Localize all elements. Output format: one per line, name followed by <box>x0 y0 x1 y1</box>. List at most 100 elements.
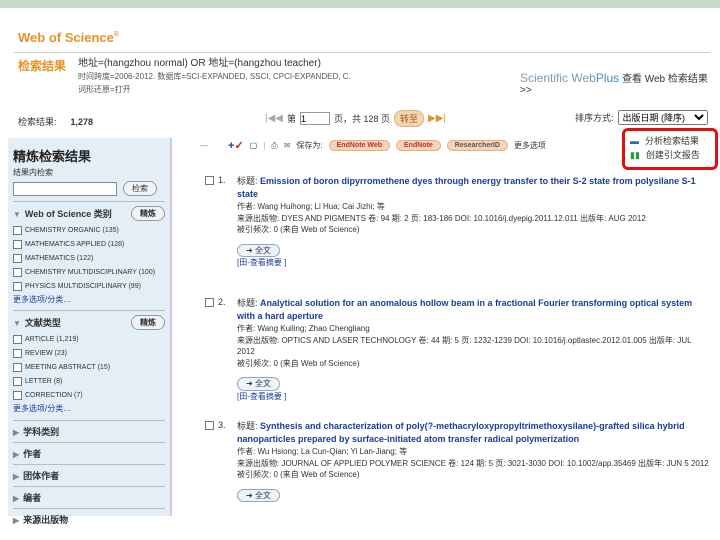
category-item[interactable]: CHEMISTRY MULTIDISCIPLINARY (100) <box>13 268 165 277</box>
checkbox[interactable] <box>13 377 22 386</box>
logo-text: Web of Science <box>18 30 114 45</box>
wos-category-heading: Web of Science 类别 <box>24 209 112 219</box>
record-source: 来源出版物: DYES AND PIGMENTS 卷: 94 期: 2 页: 1… <box>237 213 646 223</box>
search-within-button[interactable]: 检索 <box>123 181 157 196</box>
webplus-a: Scientific Web <box>520 71 596 85</box>
triangle-right-icon: ▶ <box>13 450 20 459</box>
record-title-link[interactable]: Emission of boron dipyrromethene dyes th… <box>237 176 696 199</box>
result-record: 1. 标题: Emission of boron dipyrromethene … <box>205 175 710 269</box>
refine-button[interactable]: 精炼 <box>131 315 165 330</box>
endnote-button[interactable]: EndNote <box>396 140 441 151</box>
collapsed-section[interactable]: ▶ 来源出版物 <box>13 508 165 530</box>
email-icon[interactable]: ✉ <box>284 141 291 150</box>
go-button[interactable]: 转至 <box>394 110 425 127</box>
collapsed-section[interactable]: ▶ 作者 <box>13 442 165 464</box>
category-label: MATHEMATICS (122) <box>25 255 94 262</box>
checkbox[interactable] <box>13 363 22 372</box>
title-label: 标题: <box>237 176 258 186</box>
triangle-down-icon[interactable]: ▼ <box>13 319 21 328</box>
fulltext-button[interactable]: ➜ 全文 <box>237 377 280 391</box>
add-marked-icon[interactable]: +✓ <box>228 139 244 152</box>
checkbox[interactable] <box>13 254 22 263</box>
category-item[interactable]: MATHEMATICS (122) <box>13 254 165 263</box>
wos-logo[interactable]: Web of Science® <box>18 30 119 45</box>
view-abstract-link[interactable]: [田-查看摘要 ] <box>237 257 710 269</box>
section-label: 作者 <box>23 449 42 459</box>
refine-sidebar: 精炼检索结果 结果内检索 检索 ▼ Web of Science 类别 精炼 CHE… <box>8 138 172 525</box>
view-abstract-link[interactable]: [田-查看摘要 ] <box>237 391 710 403</box>
more-options-link[interactable]: 更多选项/分类… <box>13 403 165 414</box>
category-item[interactable]: PHYSICS MULTIDISCIPLINARY (99) <box>13 282 165 291</box>
more-options[interactable]: 更多选项 <box>514 140 546 151</box>
doctype-item[interactable]: REVIEW (23) <box>13 349 165 358</box>
citation-label: 创建引文报告 <box>645 150 700 160</box>
doctype-item[interactable]: ARTICLE (1,219) <box>13 335 165 344</box>
citation-report-link[interactable]: ▮▮ 创建引文报告 <box>630 148 710 162</box>
analyze-results-link[interactable]: ▬ 分析检索结果 <box>630 134 710 148</box>
title-label: 标题: <box>237 298 258 308</box>
refine-button[interactable]: 精炼 <box>131 206 165 221</box>
fulltext-label: 全文 <box>254 379 271 388</box>
query-summary: 地址=(hangzhou normal) OR 地址=(hangzhou tea… <box>78 57 351 96</box>
doctype-item[interactable]: CORRECTION (7) <box>13 391 165 400</box>
result-record: 2. 标题: Analytical solution for an anomal… <box>205 297 710 402</box>
sort-select[interactable]: 出版日期 (降序) <box>617 110 708 125</box>
triangle-right-icon: ▶ <box>13 494 20 503</box>
more-options-link[interactable]: 更多选项/分类… <box>13 294 165 305</box>
section-label: 编者 <box>23 493 42 503</box>
doctype-label: MEETING ABSTRACT (15) <box>25 364 111 371</box>
category-label: MATHEMATICS APPLIED (128) <box>25 241 125 248</box>
print-icon[interactable]: ⎙ <box>271 141 277 151</box>
section-label: 团体作者 <box>23 471 60 481</box>
query-text: 地址=(hangzhou normal) OR 地址=(hangzhou tea… <box>78 58 321 69</box>
search-within-label: 结果内检索 <box>13 168 53 177</box>
record-checkbox[interactable] <box>205 298 214 308</box>
record-title-link[interactable]: Synthesis and characterization of poly(?… <box>237 421 685 444</box>
record-title-link[interactable]: Analytical solution for an anomalous hol… <box>237 298 692 321</box>
results-toolbar: — +✓ ▢ | ⎙ ✉ 保存为: EndNote Web EndNote Re… <box>200 139 546 152</box>
checkbox[interactable] <box>13 349 22 358</box>
checkbox[interactable] <box>13 391 22 400</box>
collapsed-section[interactable]: ▶ 团体作者 <box>13 464 165 486</box>
record-checkbox[interactable] <box>205 421 214 431</box>
page-input[interactable] <box>300 112 330 125</box>
logo-mark: ® <box>113 31 120 39</box>
checkbox[interactable] <box>13 268 22 277</box>
triangle-right-icon: ▶ <box>13 428 20 437</box>
checkbox[interactable] <box>13 240 22 249</box>
triangle-right-icon: ▶ <box>13 472 20 481</box>
webplus-link[interactable]: Scientific WebPlus 查看 Web 检索结果 >> <box>520 70 720 96</box>
record-checkbox[interactable] <box>205 176 214 186</box>
triangle-down-icon[interactable]: ▼ <box>13 210 21 219</box>
doctype-item[interactable]: MEETING ABSTRACT (15) <box>13 363 165 372</box>
next-last-icon[interactable]: ▶▶| <box>428 113 446 124</box>
marked-icon[interactable]: ▢ <box>250 141 258 150</box>
record-source: 来源出版物: JOURNAL OF APPLIED POLYMER SCIENC… <box>237 458 709 468</box>
category-label: CHEMISTRY MULTIDISCIPLINARY (100) <box>25 269 156 276</box>
title-label: 标题: <box>237 421 258 431</box>
category-item[interactable]: CHEMISTRY ORGANIC (135) <box>13 226 165 235</box>
collapsed-section[interactable]: ▶ 学科类别 <box>13 420 165 442</box>
record-cited: 被引频次: 0 (来自 Web of Science) <box>237 225 360 234</box>
doctype-item[interactable]: LETTER (8) <box>13 377 165 386</box>
divider: | <box>263 141 266 150</box>
search-within-input[interactable] <box>13 181 117 196</box>
sidebar-title: 精炼检索结果 <box>13 149 92 164</box>
checkbox[interactable] <box>13 335 22 344</box>
endnote-web-button[interactable]: EndNote Web <box>328 140 391 151</box>
first-prev-icon[interactable]: |◀◀ <box>265 113 283 124</box>
select-page-icon[interactable]: — <box>200 141 208 150</box>
analyze-label: 分析检索结果 <box>645 136 700 146</box>
researcherid-button[interactable]: ResearcherID <box>446 140 508 151</box>
checkbox[interactable] <box>13 282 22 291</box>
divider <box>14 52 710 53</box>
category-item[interactable]: MATHEMATICS APPLIED (128) <box>13 240 165 249</box>
checkbox[interactable] <box>13 226 22 235</box>
fulltext-button[interactable]: ➜ 全文 <box>237 243 280 257</box>
doc-type-heading: 文献类型 <box>24 318 61 328</box>
save-label: 保存为: <box>296 141 323 150</box>
fulltext-button[interactable]: ➜ 全文 <box>237 488 280 502</box>
doctype-label: ARTICLE (1,219) <box>25 336 79 343</box>
collapsed-section[interactable]: ▶ 编者 <box>13 486 165 508</box>
result-record: 3. 标题: Synthesis and characterization of… <box>205 420 710 502</box>
